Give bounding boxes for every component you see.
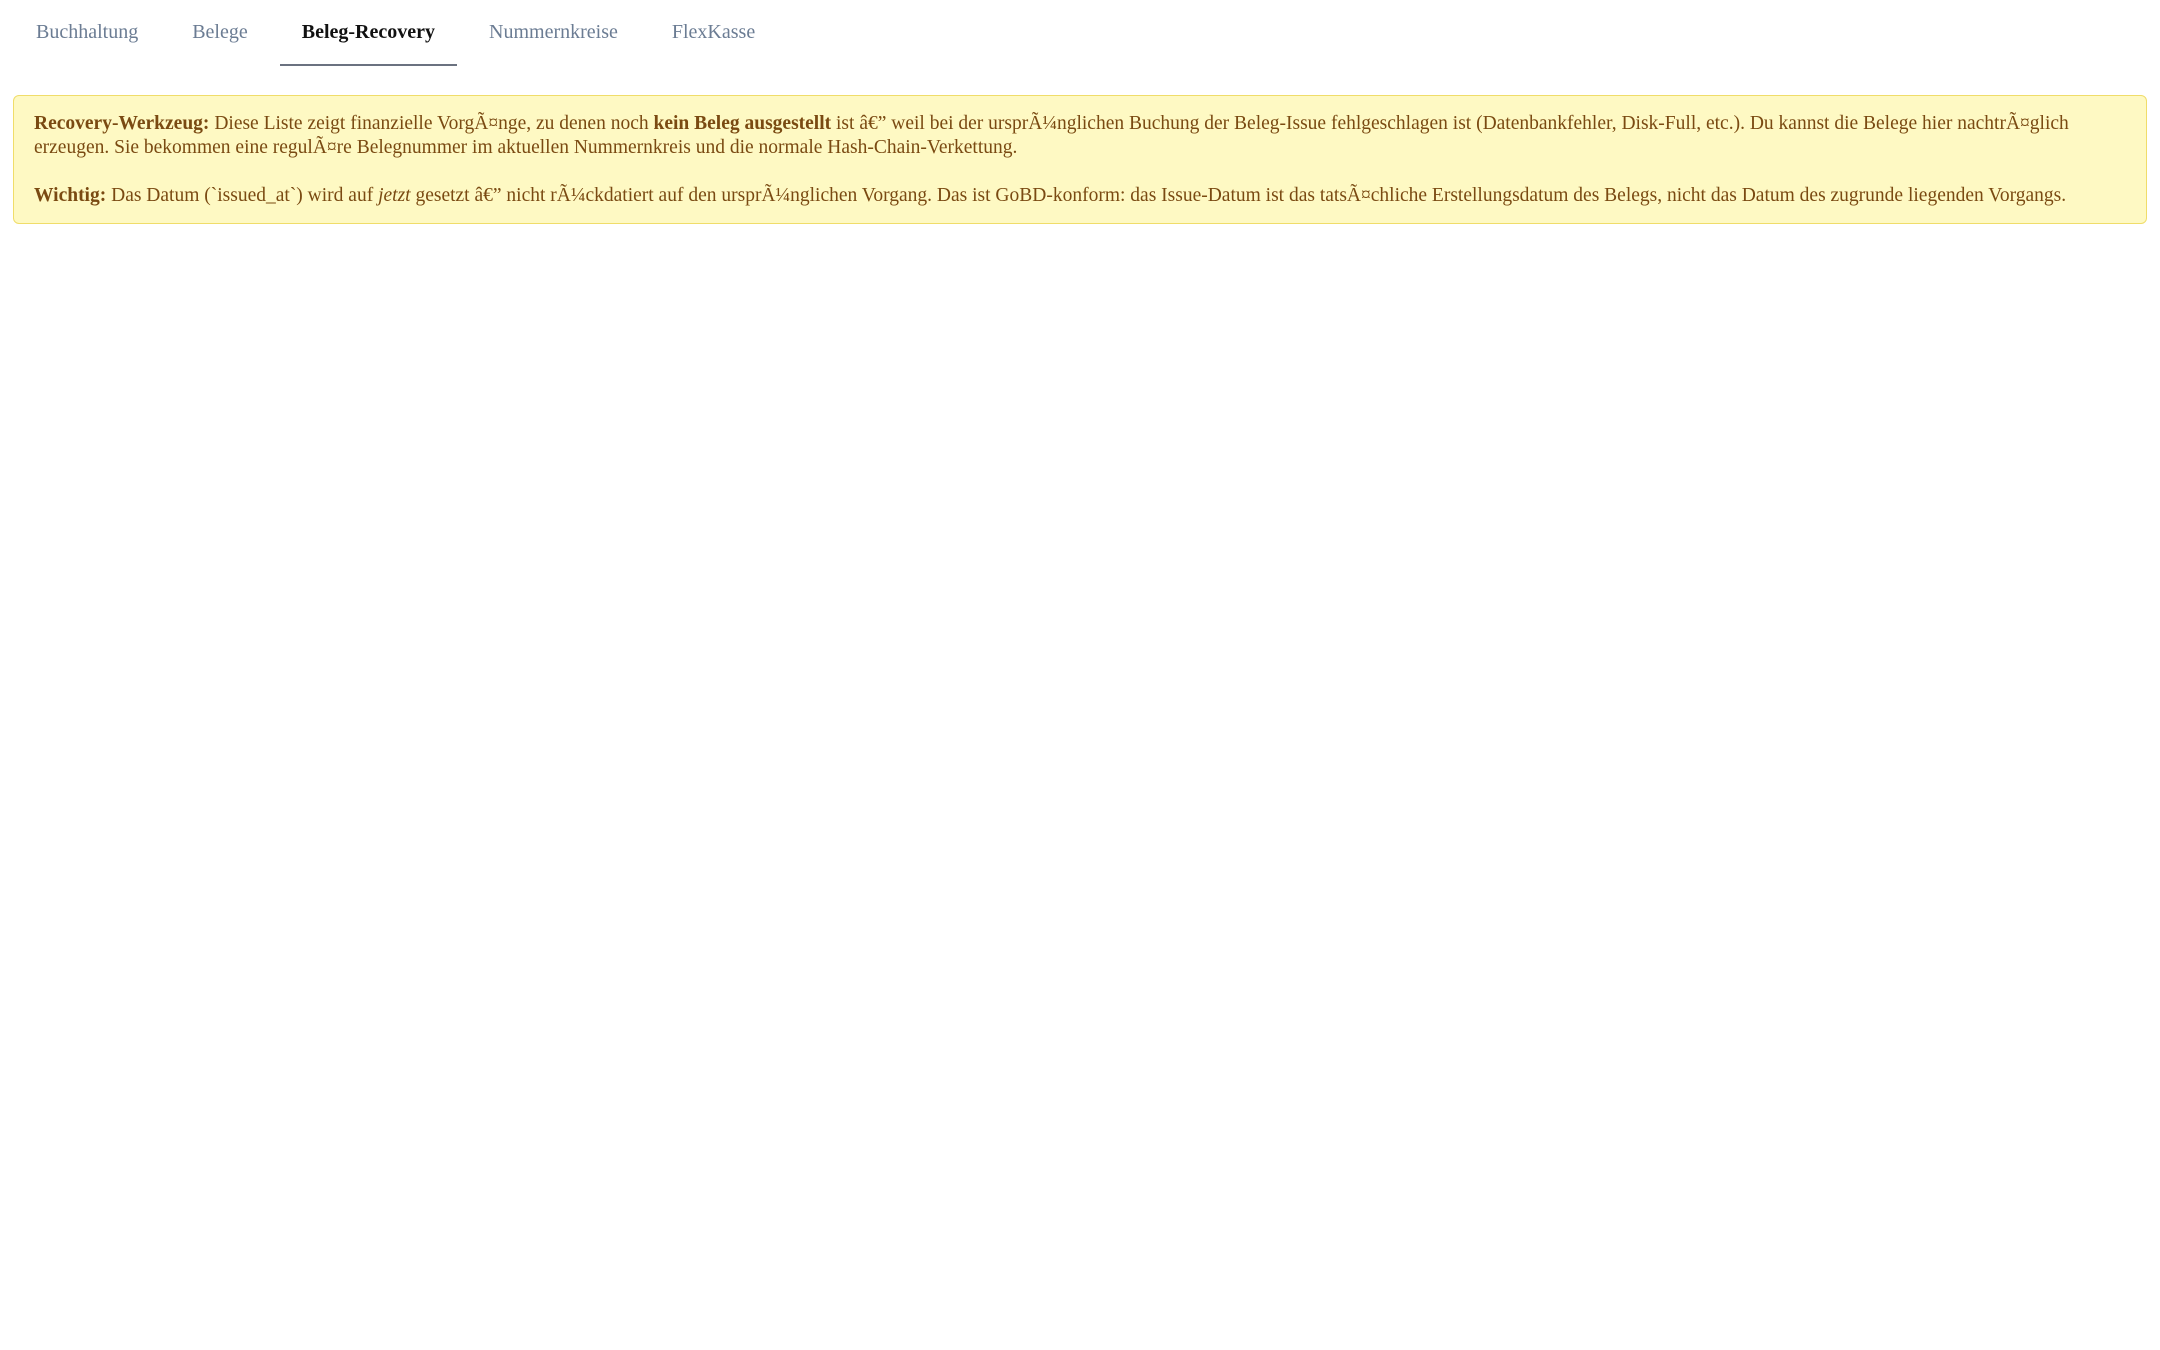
tab-beleg-recovery[interactable]: Beleg-Recovery <box>279 0 458 66</box>
wichtig-text-start: Das Datum (`issued_at`) wird auf <box>106 185 379 206</box>
wichtig-label: Wichtig: <box>34 185 107 206</box>
tab-bar: Buchhaltung Belege Beleg-Recovery Nummer… <box>14 0 787 66</box>
tab-nummernkreise[interactable]: Nummernkreise <box>467 0 640 66</box>
recovery-notice-box: Recovery-Werkzeug: Diese Liste zeigt fin… <box>13 95 2147 224</box>
tab-flexkasse[interactable]: FlexKasse <box>650 0 777 66</box>
tab-belege[interactable]: Belege <box>170 0 270 66</box>
recovery-description-paragraph: Recovery-Werkzeug: Diese Liste zeigt fin… <box>34 112 2126 160</box>
kein-beleg-emphasis: kein Beleg ausgestellt <box>653 113 832 134</box>
jetzt-emphasis: jetzt <box>378 185 411 206</box>
tab-buchhaltung[interactable]: Buchhaltung <box>14 0 160 66</box>
important-date-paragraph: Wichtig: Das Datum (`issued_at`) wird au… <box>34 184 2126 208</box>
recovery-werkzeug-label: Recovery-Werkzeug: <box>34 113 210 134</box>
wichtig-text-end: gesetzt â€” nicht rÃ¼ckdatiert auf den u… <box>410 185 2067 206</box>
recovery-text-start: Diese Liste zeigt finanzielle VorgÃ¤nge,… <box>209 113 654 134</box>
